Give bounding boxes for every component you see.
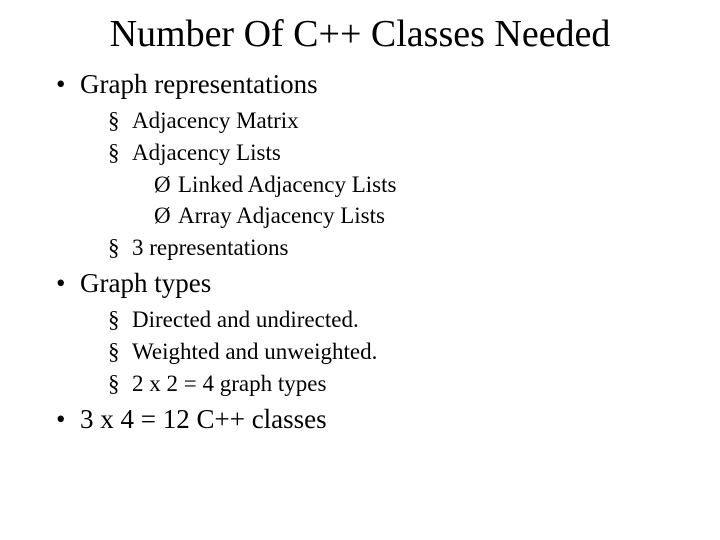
- text: Linked Adjacency Lists: [178, 172, 396, 197]
- bullet-graph-types: Graph types: [56, 267, 684, 301]
- bullet-twelve-classes: 3 x 4 = 12 C++ classes: [56, 403, 684, 437]
- text: Adjacency Matrix: [132, 108, 299, 133]
- text: Weighted and unweighted.: [132, 339, 377, 364]
- text: Graph types: [80, 268, 211, 298]
- text: 2 x 2 = 4 graph types: [132, 371, 326, 396]
- slide-title: Number Of C++ Classes Needed: [36, 12, 684, 56]
- bullet-array-adjacency-lists: Array Adjacency Lists: [154, 201, 684, 231]
- bullet-two-by-two: 2 x 2 = 4 graph types: [108, 369, 684, 399]
- text: 3 x 4 = 12 C++ classes: [80, 404, 327, 434]
- bullet-adjacency-lists: Adjacency Lists: [108, 138, 684, 168]
- text: Graph representations: [80, 69, 318, 99]
- text: 3 representations: [132, 235, 288, 260]
- text: Array Adjacency Lists: [178, 203, 385, 228]
- bullet-graph-representations: Graph representations: [56, 68, 684, 102]
- bullet-directed-undirected: Directed and undirected.: [108, 305, 684, 335]
- text: Adjacency Lists: [132, 140, 281, 165]
- bullet-adjacency-matrix: Adjacency Matrix: [108, 106, 684, 136]
- bullet-linked-adjacency-lists: Linked Adjacency Lists: [154, 170, 684, 200]
- slide: Number Of C++ Classes Needed Graph repre…: [0, 0, 720, 540]
- text: Directed and undirected.: [132, 307, 359, 332]
- bullet-weighted-unweighted: Weighted and unweighted.: [108, 337, 684, 367]
- bullet-three-representations: 3 representations: [108, 233, 684, 263]
